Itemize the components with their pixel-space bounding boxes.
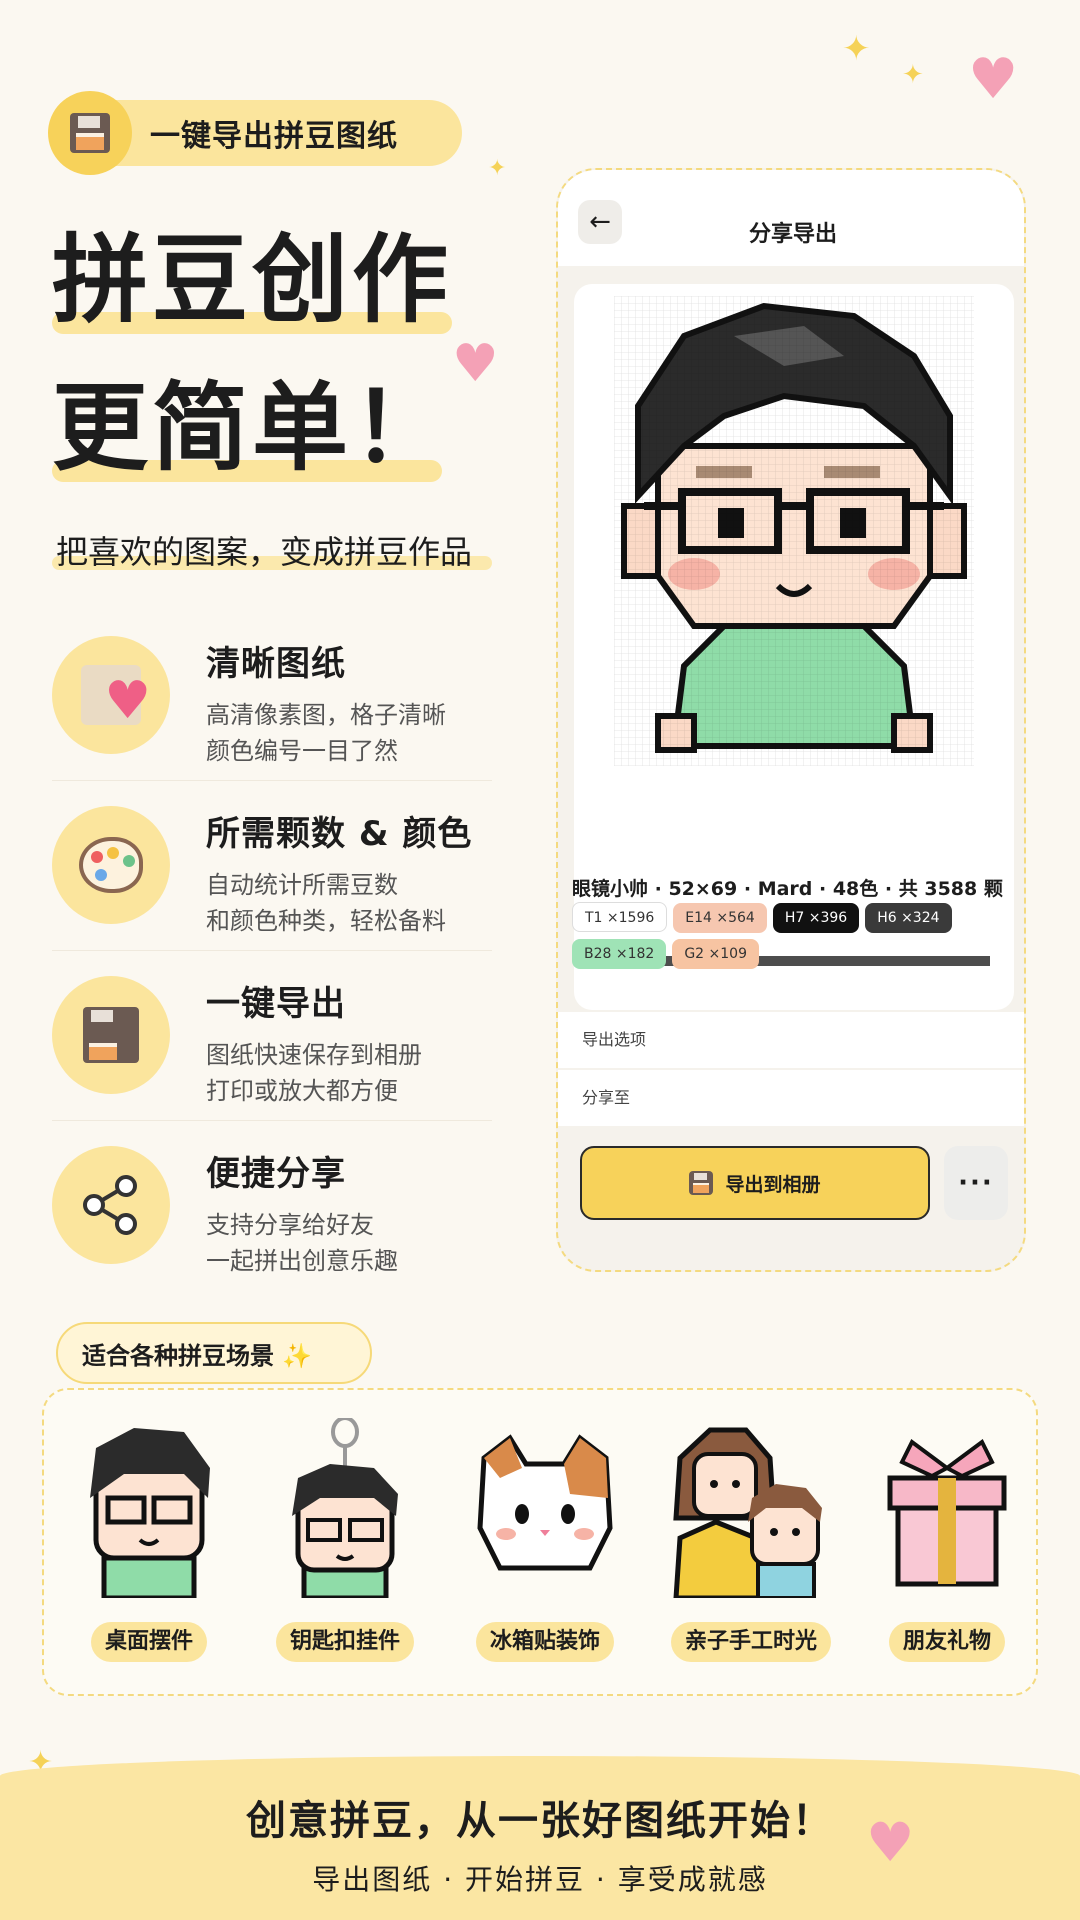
export-to-album-button[interactable]: 导出到相册	[580, 1146, 930, 1220]
color-chip: H6 ×324	[865, 903, 952, 933]
hero-title-line1: 拼豆创作	[52, 224, 452, 336]
feature-icon-circle	[52, 806, 170, 924]
scenario-family-craft[interactable]: 亲子手工时光	[666, 1418, 836, 1662]
scenario-desk-ornament[interactable]: 桌面摆件	[74, 1418, 224, 1662]
feature-title: 清晰图纸	[206, 644, 346, 684]
feature-desc-line: 高清像素图，格子清晰	[206, 701, 446, 729]
feature-clear-pattern: ♥ 清晰图纸 高清像素图，格子清晰 颜色编号一目了然	[52, 636, 492, 776]
feature-desc-line: 图纸快速保存到相册	[206, 1041, 422, 1069]
color-chip: T1 ×1596	[572, 902, 668, 932]
sparkle-icon: ✦	[842, 29, 871, 69]
scenario-label: 桌面摆件	[90, 1622, 207, 1662]
feature-icon-circle	[52, 1146, 170, 1264]
phone-mockup: ← 分享导出 眼镜小帅 · 52×69 · Mard · 48色 · 共 358…	[556, 168, 1026, 1272]
scenario-label: 钥匙扣挂件	[275, 1622, 414, 1662]
feature-desc-line: 自动统计所需豆数	[206, 871, 398, 899]
scenario-label: 亲子手工时光	[670, 1622, 831, 1662]
scenario-keychain[interactable]: 钥匙扣挂件	[270, 1418, 420, 1662]
heart-icon: ♥	[968, 47, 1019, 112]
feature-icon-circle: ♥	[52, 636, 170, 754]
feature-one-click-export: 一键导出 图纸快速保存到相册 打印或放大都方便	[52, 976, 492, 1116]
feature-desc-line: 一起拼出创意乐趣	[206, 1247, 398, 1275]
floppy-disk-icon	[83, 1007, 139, 1063]
phone-page-title: 分享导出	[748, 222, 837, 247]
feature-desc-line: 打印或放大都方便	[206, 1077, 398, 1105]
header-badge-label: 一键导出拼豆图纸	[150, 119, 398, 154]
hero-subtitle: 把喜欢的图案，变成拼豆作品	[56, 533, 473, 571]
footer-subtitle: 导出图纸 · 开始拼豆 · 享受成就感	[312, 1863, 768, 1896]
floppy-disk-icon	[689, 1171, 714, 1195]
feature-title: 一键导出	[206, 984, 346, 1024]
heart-icon: ♥	[452, 334, 499, 394]
feature-desc-line: 颜色编号一目了然	[206, 737, 398, 765]
floppy-disk-icon	[70, 113, 110, 153]
header-badge: 一键导出拼豆图纸	[48, 91, 462, 175]
mother-child-icon	[673, 1427, 822, 1598]
keychain-boy-icon	[292, 1418, 398, 1598]
boy-avatar-icon	[90, 1428, 210, 1598]
color-chip: G2 ×109	[672, 939, 759, 969]
footer-title: 创意拼豆，从一张好图纸开始！	[246, 1798, 834, 1844]
feature-desc: 图纸快速保存到相册 打印或放大都方便	[206, 1037, 422, 1109]
scenario-friend-gift[interactable]: 朋友礼物	[872, 1418, 1022, 1662]
sparkle-icon: ✦	[902, 60, 924, 90]
pixel-heart-paper-icon: ♥	[81, 665, 151, 731]
color-chip: E14 ×564	[673, 903, 767, 933]
cat-icon	[477, 1434, 613, 1571]
more-options-button[interactable]: ···	[944, 1146, 1008, 1220]
hero-title-line2: 更简单！	[52, 372, 452, 484]
export-button-label: 导出到相册	[725, 1173, 821, 1196]
feature-desc: 高清像素图，格子清晰 颜色编号一目了然	[206, 697, 446, 769]
sparkle-icon: ✦	[488, 156, 507, 181]
scenario-label: 朋友礼物	[888, 1622, 1005, 1662]
heart-icon: ♥	[866, 1811, 915, 1874]
pattern-meta: 眼镜小帅 · 52×69 · Mard · 48色 · 共 3588 颗	[572, 878, 1003, 900]
export-options-row[interactable]: 导出选项	[558, 1012, 1024, 1068]
divider	[52, 780, 492, 781]
color-chip-list: T1 ×1596 E14 ×564 H7 ×396 H6 ×324 B28 ×182 G2…	[572, 902, 992, 975]
scenario-tag: 适合各种拼豆场景 ✨	[56, 1322, 372, 1384]
color-chip: B28 ×182	[572, 939, 667, 969]
share-to-row[interactable]: 分享至	[558, 1070, 1024, 1126]
divider	[52, 950, 492, 951]
feature-bead-count: 所需颗数 & 颜色 自动统计所需豆数 和颜色种类，轻松备料	[52, 806, 492, 946]
feature-desc: 自动统计所需豆数 和颜色种类，轻松备料	[206, 867, 472, 939]
scenario-fridge-magnet[interactable]: 冰箱贴装饰	[470, 1418, 620, 1662]
feature-desc-line: 支持分享给好友	[206, 1211, 374, 1239]
badge-icon-circle	[48, 91, 132, 175]
feature-desc-line: 和颜色种类，轻松备料	[206, 907, 446, 935]
feature-icon-circle	[52, 976, 170, 1094]
color-chip: H7 ×396	[772, 903, 860, 933]
feature-title: 便捷分享	[206, 1154, 346, 1194]
share-icon	[83, 1175, 137, 1235]
divider	[52, 1120, 492, 1121]
pixel-boy-portrait	[614, 296, 974, 766]
feature-easy-share: 便捷分享 支持分享给好友 一起拼出创意乐趣	[52, 1146, 492, 1286]
palette-icon	[79, 837, 143, 893]
feature-desc: 支持分享给好友 一起拼出创意乐趣	[206, 1207, 398, 1279]
phone-top-bar: ← 分享导出	[558, 170, 1024, 266]
feature-title: 所需颗数 & 颜色	[206, 814, 473, 854]
gift-box-icon	[887, 1438, 1007, 1587]
scenario-label: 冰箱贴装饰	[475, 1622, 614, 1662]
